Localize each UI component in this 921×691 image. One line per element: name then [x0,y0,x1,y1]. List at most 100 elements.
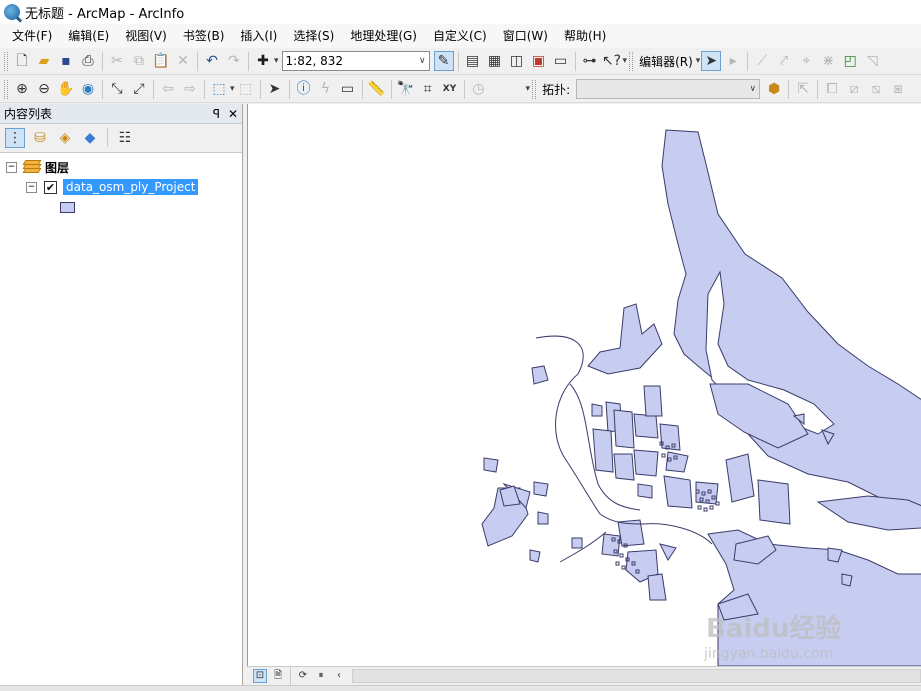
layer-symbol-swatch[interactable] [60,202,75,213]
whats-this-icon[interactable]: ↖? [602,51,622,71]
globe-icon[interactable]: ◉ [78,79,98,99]
layer-visibility-checkbox[interactable]: ✔ [44,180,57,194]
menu-view[interactable]: 视图(V) [117,24,175,48]
fixed-zoom-in-icon[interactable]: ⤡ [107,79,127,99]
list-by-selection-icon[interactable]: ◆ [80,128,100,148]
layer-group-row[interactable]: − 图层 [6,157,236,177]
table-icon[interactable]: ▤ [463,51,483,71]
collapse-icon[interactable]: − [26,181,37,193]
topology-tool-icon[interactable]: ⧆ [888,79,908,99]
edit-vertices-icon[interactable]: ◰ [840,51,860,71]
goto-xy-icon[interactable]: XY [440,79,460,99]
reshape-icon[interactable]: ◹ [862,51,882,71]
toolbar-grip[interactable] [629,51,634,71]
straight-segment-icon[interactable]: ⟋ [752,51,772,71]
toolbar-grip[interactable] [532,79,537,99]
horizontal-scrollbar[interactable] [352,668,921,683]
select-icon[interactable]: ➤ [265,79,285,99]
toolbar-options-icon[interactable]: ▾ [526,84,531,94]
trace-icon[interactable]: ⌖ [796,51,816,71]
search-window-icon[interactable]: ◫ [507,51,527,71]
chevron-down-icon[interactable]: ▾ [230,84,235,94]
toolbar-separator [817,79,819,99]
layer-row[interactable]: − ✔ data_osm_ply_Project [6,177,236,197]
edit-annotation-icon[interactable]: ▸ [723,51,743,71]
pin-icon[interactable]: ꟼ [213,107,220,121]
land-polygon [757,479,791,525]
list-by-source-icon[interactable]: ⛁ [30,128,50,148]
find-icon[interactable]: 🔭 [396,79,416,99]
new-icon[interactable]: 🗋 [12,51,32,71]
forward-icon[interactable]: ⇨ [180,79,200,99]
paste-icon[interactable]: 📋 [151,51,171,71]
map-display[interactable]: Baidu经验 jingyan.baidu.com [247,104,921,666]
topology-combo[interactable]: ∨ [576,79,761,99]
toolbar-grip[interactable] [4,51,8,71]
add-data-icon[interactable]: ✚ [253,51,273,71]
editor-menu[interactable]: 编辑器(R) [636,53,696,70]
delete-icon[interactable]: ✕ [173,51,193,71]
pan-icon[interactable]: ✋ [56,79,76,99]
back-icon[interactable]: ⇦ [158,79,178,99]
layout-view-icon[interactable]: 🗎 [271,669,285,683]
end-point-arc-icon[interactable]: ⤤ [774,51,794,71]
zoom-out-icon[interactable]: ⊖ [34,79,54,99]
map-scale-combo[interactable]: 1:82, 832 ∨ [281,51,430,71]
zoom-in-icon[interactable]: ⊕ [12,79,32,99]
find-route-icon[interactable]: ⌗ [418,79,438,99]
measure-icon[interactable]: 📏 [367,79,387,99]
menu-windows[interactable]: 窗口(W) [495,24,556,48]
catalog-icon[interactable]: ▦ [485,51,505,71]
save-icon[interactable]: ▪ [56,51,76,71]
pause-drawing-icon[interactable]: ⏸ [314,669,328,683]
refresh-icon[interactable]: ⟳ [296,669,310,683]
select-features-icon[interactable]: ⬚ [209,79,229,99]
menu-bookmarks[interactable]: 书签(B) [175,24,233,48]
add-data-dropdown-icon[interactable]: ▾ [274,56,279,66]
menu-file[interactable]: 文件(F) [4,24,60,48]
menu-edit[interactable]: 编辑(E) [60,24,117,48]
close-icon[interactable]: ✕ [228,107,238,121]
options-icon[interactable]: ☷ [115,128,135,148]
identify-icon[interactable]: ⓘ [294,79,314,99]
copy-icon[interactable]: ⧉ [129,51,149,71]
print-icon[interactable]: ⎙ [78,51,98,71]
modify-edge-icon[interactable]: ⧄ [844,79,864,99]
reshape-edge-icon[interactable]: ⧅ [866,79,886,99]
time-slider-icon[interactable]: ◷ [469,79,489,99]
menu-geoprocessing[interactable]: 地理处理(G) [342,24,425,48]
land-polygon [643,385,663,417]
list-by-drawing-order-icon[interactable]: ⋮ [5,127,25,148]
point-icon[interactable]: ⋇ [818,51,838,71]
undo-icon[interactable]: ↶ [202,51,222,71]
arctoolbox-icon[interactable]: ▣ [529,51,549,71]
collapse-icon[interactable]: − [6,161,17,173]
hyperlink-icon[interactable]: ϟ [316,79,336,99]
list-by-visibility-icon[interactable]: ◈ [55,128,75,148]
toolbar-grip[interactable] [4,79,8,99]
map-topology-icon[interactable]: ⬢ [764,79,784,99]
menu-help[interactable]: 帮助(H) [556,24,614,48]
land-polygon [483,457,499,473]
html-popup-icon[interactable]: ▭ [338,79,358,99]
topology-edit-icon[interactable]: ⇱ [793,79,813,99]
scroll-left-icon[interactable]: ‹ [332,669,346,683]
modelbuilder-icon[interactable]: ⊶ [580,51,600,71]
clear-selection-icon[interactable]: ⬚ [236,79,256,99]
land-polygon [613,453,635,481]
data-view-icon[interactable]: ⊡ [253,668,267,683]
menu-selection[interactable]: 选择(S) [285,24,342,48]
align-edge-icon[interactable]: ⧠ [822,79,842,99]
fixed-zoom-out-icon[interactable]: ⤢ [129,79,149,99]
layer-name[interactable]: data_osm_ply_Project [63,179,199,195]
redo-icon[interactable]: ↷ [224,51,244,71]
open-icon[interactable]: ▰ [34,51,54,71]
edit-tool-icon[interactable]: ➤ [701,51,722,71]
menu-insert[interactable]: 插入(I) [232,24,285,48]
cut-icon[interactable]: ✂ [107,51,127,71]
menu-customize[interactable]: 自定义(C) [425,24,495,48]
toolbar-options-icon[interactable]: ▾ [623,56,628,66]
python-window-icon[interactable]: ▭ [551,51,571,71]
title-bar: 无标题 - ArcMap - ArcInfo [0,0,921,24]
editor-toolbar-icon[interactable]: ✎ [433,51,454,71]
